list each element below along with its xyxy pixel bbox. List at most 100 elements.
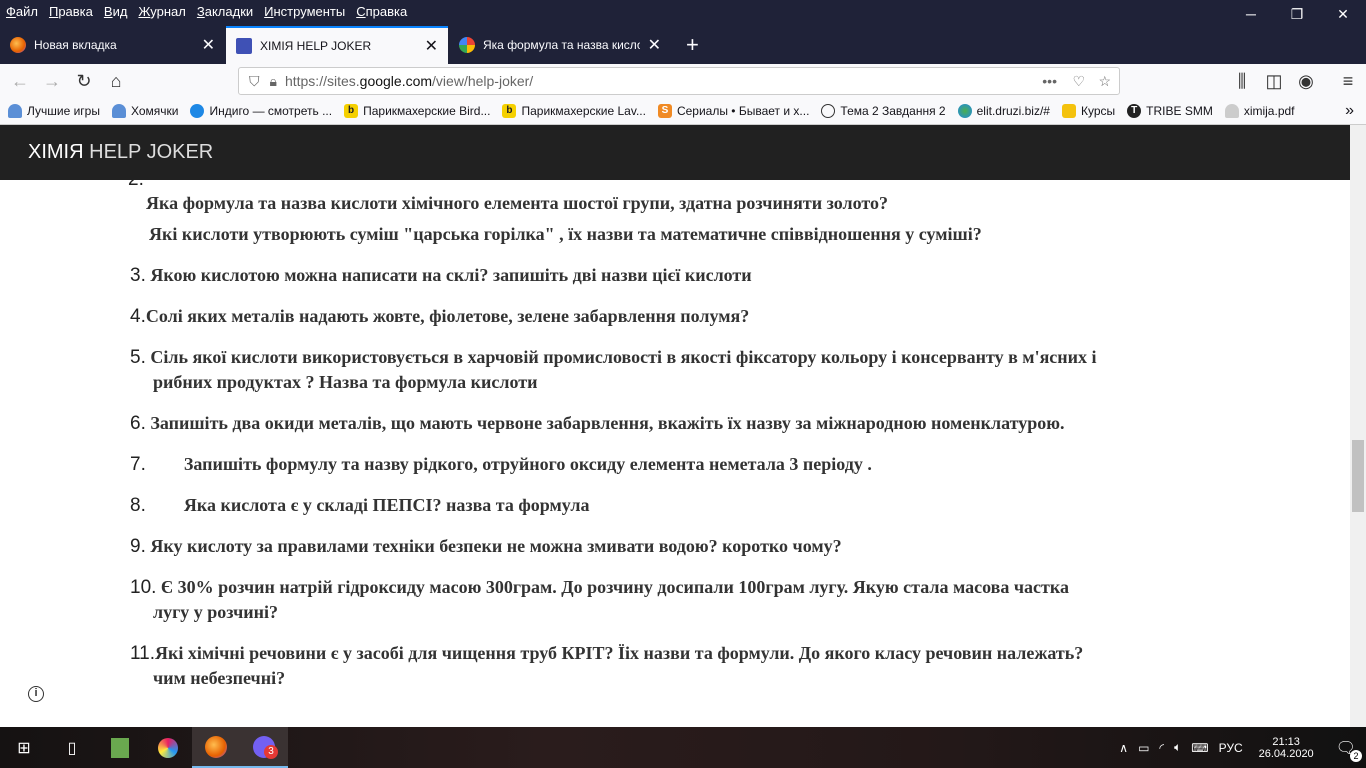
volume-icon[interactable]: 🔈︎ xyxy=(1174,740,1181,755)
pocket-icon[interactable]: ♡ xyxy=(1072,73,1085,90)
chevron-more-icon[interactable]: » xyxy=(1345,102,1354,120)
tab-google-search[interactable]: Яка формула та назва кислоти ✕ xyxy=(449,26,671,64)
menu-tools[interactable]: Инструменты xyxy=(264,4,345,19)
scrollbar[interactable] xyxy=(1350,125,1366,727)
menu-view[interactable]: Вид xyxy=(104,4,128,19)
scrollbar-thumb[interactable] xyxy=(1352,440,1364,512)
paint-app-icon[interactable] xyxy=(144,727,192,768)
menu-bar: Файл Правка Вид Журнал Закладки Инструме… xyxy=(0,0,1366,22)
notification-badge: 2 xyxy=(1350,749,1362,762)
close-tab-icon[interactable]: ✕ xyxy=(202,35,215,55)
address-bar[interactable]: ⛉ 🔒︎ https://sites. google.com/view/help-… xyxy=(238,67,1120,95)
bookmark[interactable]: Курсы xyxy=(1061,104,1115,118)
bookmark[interactable]: b Парикмахерские Bird... xyxy=(344,104,490,118)
tab-label: Новая вкладка xyxy=(34,38,117,52)
home-icon[interactable]: ⌂ xyxy=(100,71,132,92)
b-icon: b xyxy=(502,104,517,118)
s-icon: S xyxy=(657,104,672,118)
site-header: ХІМІЯ HELP JOKER xyxy=(0,125,1350,180)
cloud-icon xyxy=(111,104,126,118)
battery-icon[interactable]: ▭ xyxy=(1138,741,1149,755)
shield-icon[interactable]: ⛉ xyxy=(249,73,260,90)
question-11: 11.Які хімічні речовини є у засобі для ч… xyxy=(130,643,1084,664)
firefox-icon xyxy=(10,37,26,53)
question-10: 10. Є 30% розчин натрій гідроксиду масою… xyxy=(130,577,1069,598)
clock-time: 21:13 xyxy=(1272,735,1300,748)
b-icon: b xyxy=(344,104,359,118)
question-9: 9. Яку кислоту за правилами техніки безп… xyxy=(130,536,842,557)
notification-icon[interactable]: 🗨︎ 2 xyxy=(1336,738,1362,762)
windows-start-icon[interactable]: ⊞ xyxy=(0,727,48,768)
tab-bar: Новая вкладка ✕ ХІМІЯ HELP JOKER ✕ Яка ф… xyxy=(0,22,1366,64)
forward-icon[interactable]: → xyxy=(36,71,68,92)
bookmark[interactable]: elit.druzi.biz/# xyxy=(957,104,1050,118)
cloud-icon xyxy=(8,104,22,118)
clock-date: 26.04.2020 xyxy=(1258,747,1314,760)
site-title[interactable]: ХІМІЯ xyxy=(28,141,84,163)
new-tab-button[interactable]: + xyxy=(676,26,706,64)
tab-ximiya[interactable]: ХІМІЯ HELP JOKER ✕ xyxy=(226,26,448,64)
task-view-icon[interactable]: ▯ xyxy=(48,727,96,768)
menu-help[interactable]: Справка xyxy=(356,4,407,19)
sidebar-icon[interactable]: ◫ xyxy=(1258,71,1290,92)
nav-bar: ← → ↻ ⌂ ⛉ 🔒︎ https://sites. google.com/vi… xyxy=(0,64,1366,98)
url-domain: google.com xyxy=(359,73,433,89)
menu-history[interactable]: Журнал xyxy=(138,4,185,19)
menu-bookmarks[interactable]: Закладки xyxy=(197,4,253,19)
system-tray: ∧ ▭ ◜ 🔈︎ ⌨ РУС 21:13 26.04.2020 🗨︎ 2 xyxy=(1119,727,1366,768)
classroom-icon xyxy=(1061,104,1076,118)
question-11-line-2: чим небезпечні? xyxy=(153,668,286,688)
viber-badge: 3 xyxy=(264,745,278,759)
clock[interactable]: 21:13 26.04.2020 xyxy=(1259,736,1314,760)
page-actions-icon[interactable]: ••• xyxy=(1042,73,1057,89)
bookmark[interactable]: b Парикмахерские Lav... xyxy=(502,104,646,118)
tribe-icon: T xyxy=(1127,104,1142,118)
menu-file[interactable]: Файл xyxy=(6,4,38,19)
tab-new-tab[interactable]: Новая вкладка ✕ xyxy=(0,26,225,64)
account-icon[interactable]: ◉ xyxy=(1290,71,1322,92)
close-tab-icon[interactable]: ✕ xyxy=(648,35,661,55)
wifi-icon[interactable]: ◜ xyxy=(1159,741,1164,755)
info-icon[interactable]: i xyxy=(28,686,44,702)
globe-icon xyxy=(957,104,972,118)
question-5: 5. Сіль якої кислоти використовується в … xyxy=(130,347,1097,368)
google-sites-icon xyxy=(236,38,252,54)
bookmark[interactable]: Лучшие игры xyxy=(8,104,100,118)
question-8: 8. Яка кислота є у складі ПЕПСІ? назва та… xyxy=(130,495,590,516)
menu-edit[interactable]: Правка xyxy=(49,4,93,19)
question-2-line-1: Яка формула та назва кислоти хімічного е… xyxy=(146,193,888,213)
lock-icon[interactable]: 🔒︎ xyxy=(270,73,277,90)
url-path: /view/help-joker/ xyxy=(432,73,534,89)
site-subtitle[interactable]: HELP JOKER xyxy=(89,141,213,163)
bookmark[interactable]: T TRIBE SMM xyxy=(1127,104,1213,118)
bookmark[interactable]: Хомячки xyxy=(111,104,178,118)
spreadsheet-app-icon[interactable] xyxy=(96,727,144,768)
keyboard-icon[interactable]: ⌨ xyxy=(1191,741,1208,755)
url-prefix: https://sites. xyxy=(284,73,360,89)
question-4: 4.Солі яких металів надають жовте, фіоле… xyxy=(130,306,750,327)
question-2-line-2: Які кислоти утворюють суміш "царська гор… xyxy=(149,224,982,244)
question-3: 3. Якою кислотою можна написати на склі?… xyxy=(130,265,752,286)
question-10-line-2: лугу у розчині? xyxy=(153,602,279,622)
globe-icon xyxy=(821,104,836,118)
bookmarks-bar: Лучшие игры Хомячки Индиго — смотреть ..… xyxy=(0,98,1366,125)
bookmark[interactable]: Тема 2 Завдання 2 xyxy=(821,104,946,118)
close-tab-icon[interactable]: ✕ xyxy=(425,36,438,56)
google-icon xyxy=(459,37,475,53)
star-icon[interactable]: ☆ xyxy=(1098,73,1111,90)
bookmark[interactable]: S Сериалы • Бывает и х... xyxy=(657,104,809,118)
chevron-up-icon[interactable]: ∧ xyxy=(1119,741,1128,755)
bookmark[interactable]: Индиго — смотреть ... xyxy=(190,104,332,118)
tab-label: Яка формула та назва кислоти xyxy=(483,38,640,52)
viber-taskbar-icon[interactable]: 3 xyxy=(240,727,288,768)
reload-icon[interactable]: ↻ xyxy=(68,71,100,92)
library-icon[interactable]: ⫼ xyxy=(1226,71,1258,92)
language-indicator[interactable]: РУС xyxy=(1219,741,1243,755)
question-6: 6. Запишіть два окиди металів, що мають … xyxy=(130,413,1065,434)
hamburger-menu-icon[interactable]: ≡ xyxy=(1332,71,1364,92)
question-5-line-2: рибних продуктах ? Назва та формула кисл… xyxy=(153,372,538,392)
bookmark[interactable]: ximija.pdf xyxy=(1224,104,1295,118)
question-7: 7. Запишіть формулу та назву рідкого, отр… xyxy=(130,454,872,475)
back-icon[interactable]: ← xyxy=(4,71,36,92)
firefox-taskbar-icon[interactable] xyxy=(192,727,240,768)
